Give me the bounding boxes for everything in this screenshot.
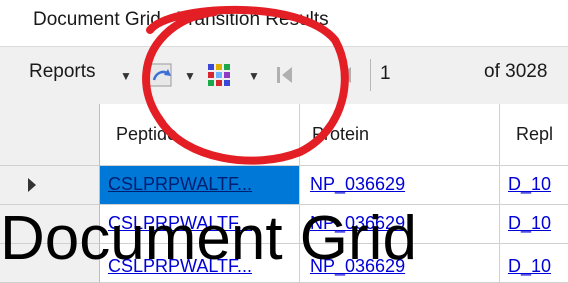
table-cell-replicate[interactable]: D_10 (500, 244, 568, 283)
table-cell-replicate[interactable]: D_10 (500, 205, 568, 244)
column-dropdown-arrow-icon[interactable]: ▼ (248, 69, 260, 83)
refresh-dropdown-arrow-icon[interactable]: ▼ (184, 69, 196, 83)
replicate-link[interactable]: D_10 (508, 256, 551, 276)
row-header[interactable] (0, 166, 100, 205)
protein-link[interactable]: NP_036629 (310, 174, 405, 194)
column-header-protein[interactable]: Protein (300, 104, 500, 166)
column-header-peptide[interactable]: Peptide (100, 104, 300, 166)
column-chooser-icon[interactable] (207, 63, 233, 89)
reports-menu-button[interactable]: Reports (29, 61, 96, 83)
toolbar: Reports ▼ ▼ ▼ 1 of 3028 (0, 46, 568, 106)
caption-overlay: Document Grid (0, 204, 417, 273)
first-page-icon[interactable] (274, 64, 296, 86)
replicate-link[interactable]: D_10 (508, 213, 551, 233)
current-row-arrow-icon (28, 178, 36, 192)
page-count-label: of 3028 (484, 61, 548, 82)
peptide-link[interactable]: CSLPRPWALTF... (108, 174, 252, 194)
toolbar-separator (370, 59, 371, 91)
window-titlebar: Document Grid - Transition Results (0, 0, 568, 46)
window-title: Document Grid - Transition Results (33, 9, 329, 30)
reports-dropdown-arrow-icon[interactable]: ▼ (120, 69, 132, 83)
previous-page-icon[interactable] (334, 64, 356, 86)
page-number-input[interactable]: 1 (372, 57, 490, 91)
column-header-replicate[interactable]: Repl (500, 104, 568, 166)
corner-header (0, 104, 100, 166)
table-cell-peptide[interactable]: CSLPRPWALTF... (100, 166, 300, 205)
table-cell-protein[interactable]: NP_036629 (300, 166, 500, 205)
refresh-icon[interactable] (146, 60, 176, 90)
replicate-link[interactable]: D_10 (508, 174, 551, 194)
table-cell-replicate[interactable]: D_10 (500, 166, 568, 205)
